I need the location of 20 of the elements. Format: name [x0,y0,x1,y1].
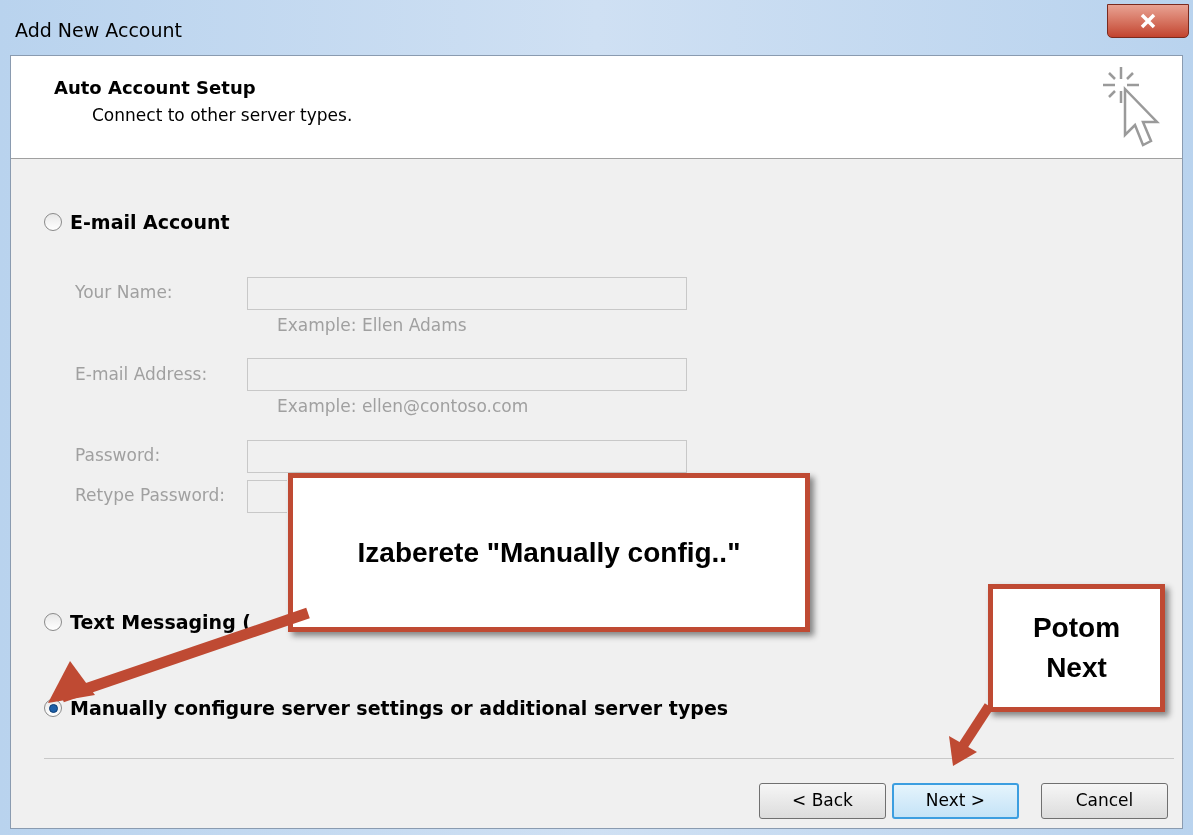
dialog-button[interactable]: Cancel [1041,782,1168,819]
example-hint: Example: Ellen Adams [277,313,468,337]
page-title: Auto Account Setup [54,76,257,100]
radio-button[interactable] [44,612,62,631]
close-icon [1139,13,1157,29]
field-label: Password: [75,444,162,468]
callout-text: Izaberete "Manually config.." [357,535,741,570]
field-label: E-mail Address: [75,362,209,386]
field-label: Your Name: [75,281,174,305]
dialog-button[interactable]: < Back [759,782,886,819]
close-button[interactable] [1107,4,1189,38]
radio-button[interactable] [44,213,62,232]
option-label[interactable]: E-mail Account [70,208,230,237]
option-label[interactable]: Manually configure server settings or additional server types [70,694,729,723]
page-subtitle: Connect to other server types. [92,104,353,127]
example-hint: Example: ellen@contoso.com [277,395,530,418]
callout-text: Potom Next [1031,611,1122,685]
dialog-button[interactable]: Next > [892,782,1019,819]
field-label: Retype Password: [75,484,227,508]
window-title: Add New Account [15,18,183,43]
